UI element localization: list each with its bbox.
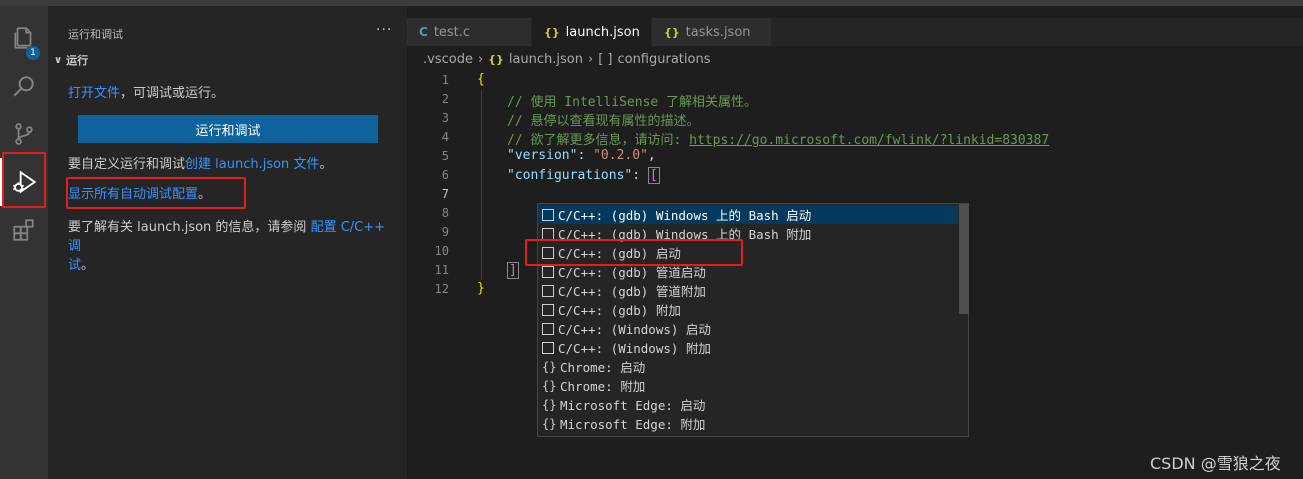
json-string: "0.2.0" [593,148,648,163]
tab-test-c[interactable]: C test.c [407,18,532,46]
line-number: 11 [434,263,449,277]
activity-bar: 1 [0,6,48,479]
snippet-icon [542,227,554,240]
code-line-1: { [477,72,485,87]
json-key: "version" [507,148,578,163]
breadcrumb-file[interactable]: launch.json [509,52,583,67]
braces-icon: {} [542,359,557,374]
tab-label: launch.json [565,24,640,40]
customize-suffix: 。 [319,157,333,172]
breadcrumb-folder[interactable]: .vscode [423,52,473,67]
tab-tasks-json[interactable]: {} tasks.json [652,18,772,46]
highlight-show-all [66,177,246,209]
suggestion-scrollbar[interactable] [959,204,969,314]
breadcrumb: .vscode › {} launch.json › [ ] configura… [423,52,710,67]
config-cpp-debug-link-cont[interactable]: 试 [68,258,81,273]
highlight-gdb-launch [525,239,743,266]
line-number: 6 [441,168,449,182]
search-button[interactable] [0,62,48,110]
line-number: 3 [441,111,449,125]
braces-icon: {} [542,416,557,431]
chevron-right-icon: › [587,52,594,67]
suggestion-item[interactable]: {} Microsoft Edge: 启动 [538,395,958,414]
section-title: 运行 [66,54,89,67]
code-line-2: // 使用 IntelliSense 了解相关属性。 [507,95,758,110]
extensions-icon [13,219,34,241]
create-launch-json-link[interactable]: 创建 launch.json 文件 [185,157,319,172]
section-header-run[interactable]: ∨ 运行 [54,52,88,68]
json-key: "configurations" [507,168,633,183]
suggestion-item[interactable]: C/C++: (Windows) 附加 [538,338,958,357]
open-file-link[interactable]: 打开文件 [68,86,120,101]
chevron-right-icon: › [477,52,484,67]
line-number: 5 [441,149,449,163]
tab-label: tasks.json [685,24,751,40]
json-file-icon: {} [664,25,680,39]
code-line-4: // 欲了解更多信息，请访问: https://go.microsoft.com… [507,129,1049,148]
extensions-button[interactable] [0,206,48,254]
suggestion-item[interactable]: C/C++: (gdb) 管道附加 [538,281,958,300]
info-prefix: 要了解有关 launch.json 的信息，请参阅 [68,220,307,235]
suggestion-item[interactable]: {} Chrome: 附加 [538,376,958,395]
info-suffix: 。 [81,258,95,273]
open-file-rest: ，可调试或运行。 [120,86,225,101]
code-line-6: "configurations": [ [507,167,660,184]
line-number: 12 [434,282,449,296]
explorer-button[interactable]: 1 [0,14,48,62]
sidebar: 运行和调试 ··· ∨ 运行 打开文件，可调试或运行。 运行和调试 要自定义运行… [48,6,407,479]
braces-icon: {} [542,378,557,393]
close-bracket: ] [507,262,519,279]
more-actions-button[interactable]: ··· [376,22,392,38]
json-file-icon: {} [488,53,504,66]
line-number: 7 [441,187,449,201]
tab-launch-json[interactable]: {} launch.json [532,18,652,46]
line-number: 10 [434,244,449,258]
line-number: 9 [441,225,449,239]
search-icon [13,76,34,97]
suggestion-item[interactable]: C/C++: (gdb) Windows 上的 Bash 启动 [538,205,958,224]
snippet-icon [542,341,554,354]
snippet-icon [542,303,554,316]
highlight-run-debug [2,152,46,208]
line-number: 8 [441,206,449,220]
line-number: 2 [441,92,449,106]
code-line-12: } [477,281,485,296]
suggestion-item[interactable]: C/C++: (gdb) 附加 [538,300,958,319]
run-and-debug-button[interactable]: 运行和调试 [78,115,378,143]
watermark: CSDN @雪狼之夜 [1150,454,1281,473]
chevron-down-icon: ∨ [54,54,63,66]
line-number: 1 [441,73,449,87]
snippet-icon [542,265,554,278]
c-file-icon: C [419,25,428,39]
snippet-icon [542,322,554,335]
tab-label: test.c [433,24,471,40]
code-line-3: // 悬停以查看现有属性的描述。 [507,114,700,129]
line-number: 4 [441,130,449,144]
array-symbol-icon: [ ] [598,52,613,67]
suggestion-item[interactable]: {} Microsoft Edge: 附加 [538,414,958,433]
source-control-button[interactable] [0,110,48,158]
breadcrumb-symbol[interactable]: configurations [617,52,710,67]
customize-line: 要自定义运行和调试创建 launch.json 文件。 [68,155,332,174]
customize-prefix: 要自定义运行和调试 [68,157,186,172]
explorer-badge: 1 [26,46,40,60]
indent-guide [481,90,482,280]
source-control-icon [15,123,33,145]
code-line-11: ] [507,262,519,279]
sidebar-title: 运行和调试 [68,28,123,41]
open-bracket: [ [647,167,660,184]
comment-text: // 欲了解更多信息，请访问: [507,133,690,148]
doc-url-link[interactable]: https://go.microsoft.com/fwlink/?linkid=… [689,133,1049,148]
braces-icon: {} [542,397,557,412]
json-file-icon: {} [544,25,560,39]
open-file-line: 打开文件，可调试或运行。 [68,84,224,103]
snippet-icon [542,284,554,297]
editor-tabs: C test.c {} launch.json {} tasks.json [407,18,1303,46]
info-line: 要了解有关 launch.json 的信息，请参阅 配置 C/C++ 调 试。 [68,218,398,275]
snippet-icon [542,208,554,221]
code-line-5: "version": "0.2.0", [507,148,656,163]
suggestion-item[interactable]: C/C++: (Windows) 启动 [538,319,958,338]
suggestion-item[interactable]: {} Chrome: 启动 [538,357,958,376]
